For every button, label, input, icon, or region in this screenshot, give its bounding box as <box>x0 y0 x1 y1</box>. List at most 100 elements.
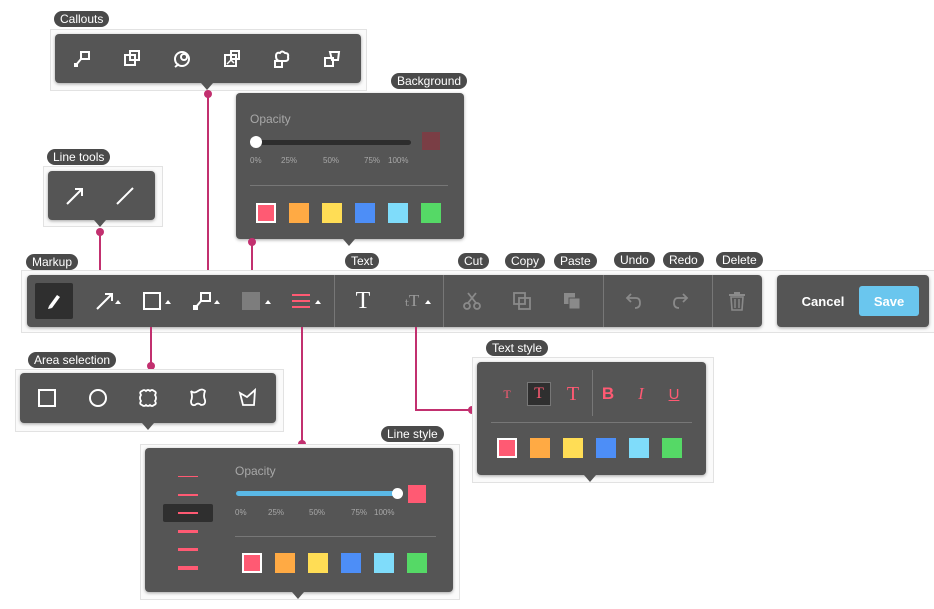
markup-button[interactable] <box>35 283 73 319</box>
save-button[interactable]: Save <box>859 286 919 316</box>
dropdown-caret-icon <box>425 300 431 304</box>
text-size-large-button[interactable]: T <box>560 380 586 408</box>
line-width-option[interactable] <box>178 548 198 551</box>
delete-button[interactable] <box>720 283 754 319</box>
callout-circle-button[interactable] <box>165 42 199 76</box>
opacity-slider-thumb[interactable] <box>392 488 403 499</box>
line-icon <box>116 187 134 205</box>
line-style-icon <box>292 294 310 308</box>
line-tool-button[interactable] <box>108 179 142 213</box>
undo-label: Undo <box>614 252 655 268</box>
rectangle-selection-button[interactable] <box>30 381 64 415</box>
callout-cloud-icon <box>274 50 290 68</box>
italic-button[interactable]: I <box>630 382 652 406</box>
color-swatch[interactable] <box>407 553 427 573</box>
arrow-tool-button[interactable] <box>58 179 92 213</box>
callout-image-button[interactable] <box>215 42 249 76</box>
dropdown-caret-icon <box>315 300 321 304</box>
redo-icon <box>673 293 689 309</box>
text-size-medium-button[interactable]: T <box>527 382 551 406</box>
color-swatch[interactable] <box>596 438 616 458</box>
bold-button[interactable]: B <box>597 382 619 406</box>
callout-cloud-button[interactable] <box>265 42 299 76</box>
opacity-slider-track[interactable] <box>254 140 411 145</box>
toolbar-divider <box>712 275 713 327</box>
connector-line <box>150 327 152 365</box>
polygon-selection-button[interactable] <box>231 381 265 415</box>
cloud-selection-button[interactable] <box>131 381 165 415</box>
color-swatch[interactable] <box>275 553 295 573</box>
callout-polygon-button[interactable] <box>315 42 349 76</box>
cancel-button[interactable]: Cancel <box>791 287 855 315</box>
color-swatch[interactable] <box>256 203 276 223</box>
color-swatch[interactable] <box>497 438 517 458</box>
color-swatch[interactable] <box>341 553 361 573</box>
line-style-label: Line style <box>381 426 444 442</box>
cut-label: Cut <box>458 253 489 269</box>
arrow-icon <box>66 188 83 205</box>
background-button[interactable] <box>234 283 268 319</box>
text-large-icon: T <box>566 382 580 405</box>
line-width-option[interactable] <box>178 494 198 496</box>
color-swatch[interactable] <box>322 203 342 223</box>
callout-image-icon <box>224 50 240 67</box>
redo-button[interactable] <box>665 283 699 319</box>
color-swatch[interactable] <box>308 553 328 573</box>
color-swatch[interactable] <box>388 203 408 223</box>
text-button[interactable]: T <box>345 283 381 319</box>
copy-button[interactable] <box>505 283 539 319</box>
polygon-icon <box>238 388 257 406</box>
line-width-option[interactable] <box>178 476 198 477</box>
text-style-label: Text style <box>486 340 549 356</box>
freehand-selection-button[interactable] <box>181 381 215 415</box>
color-swatch[interactable] <box>421 203 441 223</box>
color-swatch[interactable] <box>563 438 583 458</box>
text-small-icon: T <box>503 386 511 401</box>
tick-label: 50% <box>323 156 340 165</box>
connector-line <box>207 94 209 274</box>
line-width-option[interactable] <box>178 512 198 514</box>
color-swatch[interactable] <box>355 203 375 223</box>
area-selection-label: Area selection <box>28 352 117 368</box>
opacity-slider-track[interactable] <box>236 491 397 496</box>
underline-button[interactable]: U <box>663 382 685 406</box>
tick-label: 50% <box>309 508 326 517</box>
text-size-small-button[interactable]: T <box>497 382 517 406</box>
cut-button[interactable] <box>455 283 489 319</box>
text-style-button[interactable]: ₜT <box>395 283 429 319</box>
main-toolbar: T ₜT <box>27 275 762 327</box>
opacity-label: Opacity <box>235 464 276 478</box>
callout-circle-icon <box>174 51 190 68</box>
color-swatch[interactable] <box>530 438 550 458</box>
color-swatch[interactable] <box>289 203 309 223</box>
opacity-slider-fill <box>236 491 397 496</box>
area-selection-button[interactable] <box>135 283 169 319</box>
line-width-option[interactable] <box>178 530 198 533</box>
callout-arrow-button[interactable] <box>65 42 99 76</box>
paste-button[interactable] <box>555 283 589 319</box>
copy-label: Copy <box>505 253 546 269</box>
divider <box>235 536 436 537</box>
connector-line <box>99 232 101 274</box>
dropdown-caret-icon <box>165 300 171 304</box>
pencil-icon <box>48 295 60 309</box>
line-style-button[interactable] <box>284 283 318 319</box>
color-swatch[interactable] <box>242 553 262 573</box>
circle-selection-button[interactable] <box>81 381 115 415</box>
toolbar-divider <box>334 275 335 327</box>
opacity-slider-thumb[interactable] <box>250 136 262 148</box>
color-swatch[interactable] <box>629 438 649 458</box>
color-swatch[interactable] <box>374 553 394 573</box>
text-icon: T <box>355 287 371 314</box>
line-width-option[interactable] <box>178 566 198 570</box>
color-swatch[interactable] <box>662 438 682 458</box>
undo-button[interactable] <box>615 283 649 319</box>
italic-icon: I <box>638 384 644 403</box>
scissors-icon <box>463 292 481 310</box>
divider <box>592 370 593 416</box>
square-icon <box>143 292 161 310</box>
connector-line <box>415 327 417 411</box>
callout-box-button[interactable] <box>115 42 149 76</box>
tick-label: 25% <box>281 156 298 165</box>
arrow-icon <box>96 293 113 310</box>
